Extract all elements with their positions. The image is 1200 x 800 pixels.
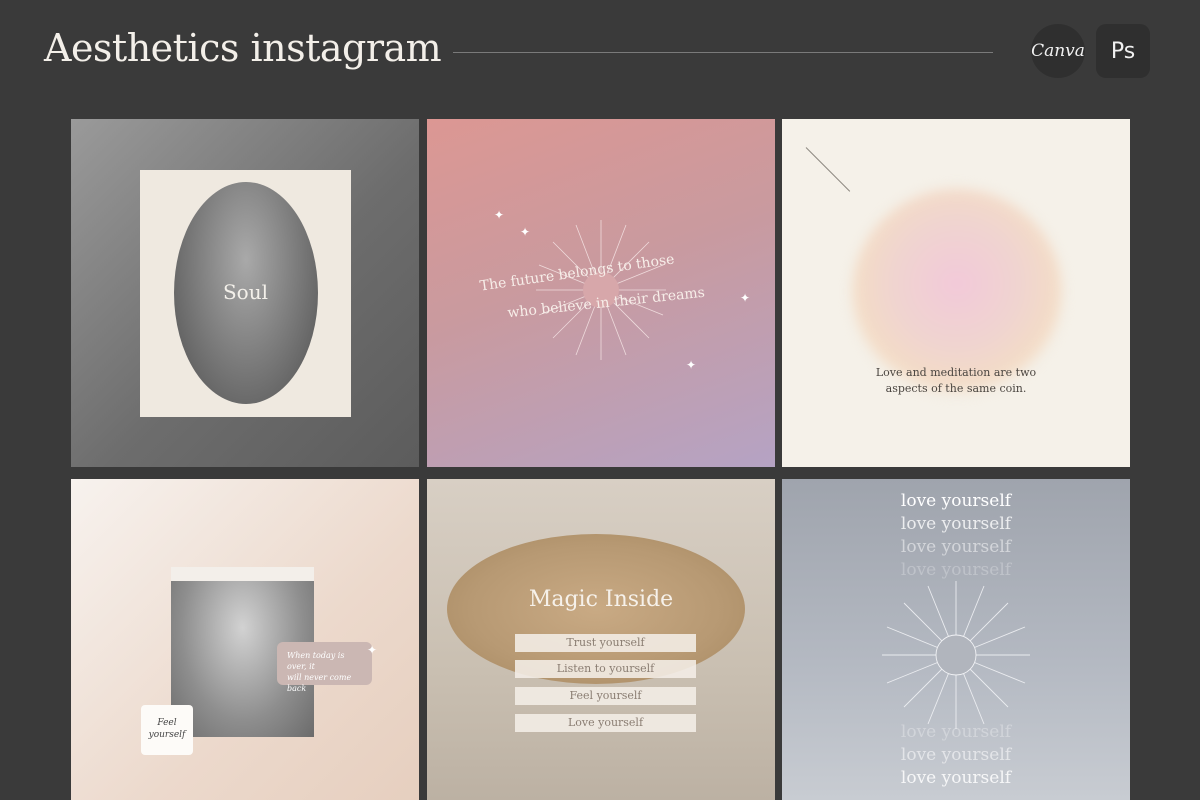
love-text: love yourself xyxy=(900,768,1012,788)
diagonal-line xyxy=(805,147,851,192)
bubble-line-1: When today is over, it xyxy=(287,651,345,671)
sparkle-icon: ✦ xyxy=(520,225,531,239)
magic-item: Love yourself xyxy=(515,714,696,732)
meditation-line-2: aspects of the same coin. xyxy=(885,382,1027,395)
magic-item: Feel yourself xyxy=(515,687,696,705)
soul-card: Soul xyxy=(140,170,351,417)
magic-item: Trust yourself xyxy=(515,634,696,652)
magic-item: Listen to yourself xyxy=(515,660,696,678)
sparkle-icon: ✦ xyxy=(686,358,697,372)
window-bar xyxy=(171,567,314,581)
title-divider xyxy=(453,52,993,53)
note-line-1: Feel xyxy=(157,718,177,728)
magic-title: Magic Inside xyxy=(528,587,674,612)
tile-soul[interactable]: Soul xyxy=(71,119,419,467)
feel-note: Feel yourself xyxy=(141,705,193,755)
love-text: love yourself xyxy=(900,560,1012,580)
soul-text: Soul xyxy=(222,280,269,304)
love-text: love yourself xyxy=(900,514,1012,534)
love-text: love yourself xyxy=(900,491,1012,511)
sparkle-icon: ✦ xyxy=(740,291,751,305)
tile-magic[interactable]: Magic Inside Trust yourself Listen to yo… xyxy=(427,479,775,800)
canva-badge[interactable]: Canva xyxy=(1031,24,1085,78)
sunburst-icon xyxy=(882,581,1030,729)
love-text: love yourself xyxy=(900,722,1012,742)
love-text: love yourself xyxy=(900,537,1012,557)
tile-future[interactable]: The future belongs to those who believe … xyxy=(427,119,775,467)
meditation-quote: Love and meditation are two aspects of t… xyxy=(782,365,1130,397)
sparkle-icon: ✦ xyxy=(367,643,378,657)
tile-feel[interactable]: When today is over, it will never come b… xyxy=(71,479,419,800)
page-title: Aesthetics instagram xyxy=(44,26,442,70)
tile-meditation[interactable]: Love and meditation are two aspects of t… xyxy=(782,119,1130,467)
quote-bubble: When today is over, it will never come b… xyxy=(277,642,372,693)
sparkle-icon: ✦ xyxy=(494,208,505,222)
tile-love[interactable]: love yourself love yourself love yoursel… xyxy=(782,479,1130,800)
love-text: love yourself xyxy=(900,745,1012,765)
bubble-line-2: will never come back xyxy=(287,673,352,693)
photoshop-badge[interactable]: Ps xyxy=(1096,24,1150,78)
note-line-2: yourself xyxy=(148,730,186,740)
meditation-line-1: Love and meditation are two xyxy=(875,366,1037,379)
